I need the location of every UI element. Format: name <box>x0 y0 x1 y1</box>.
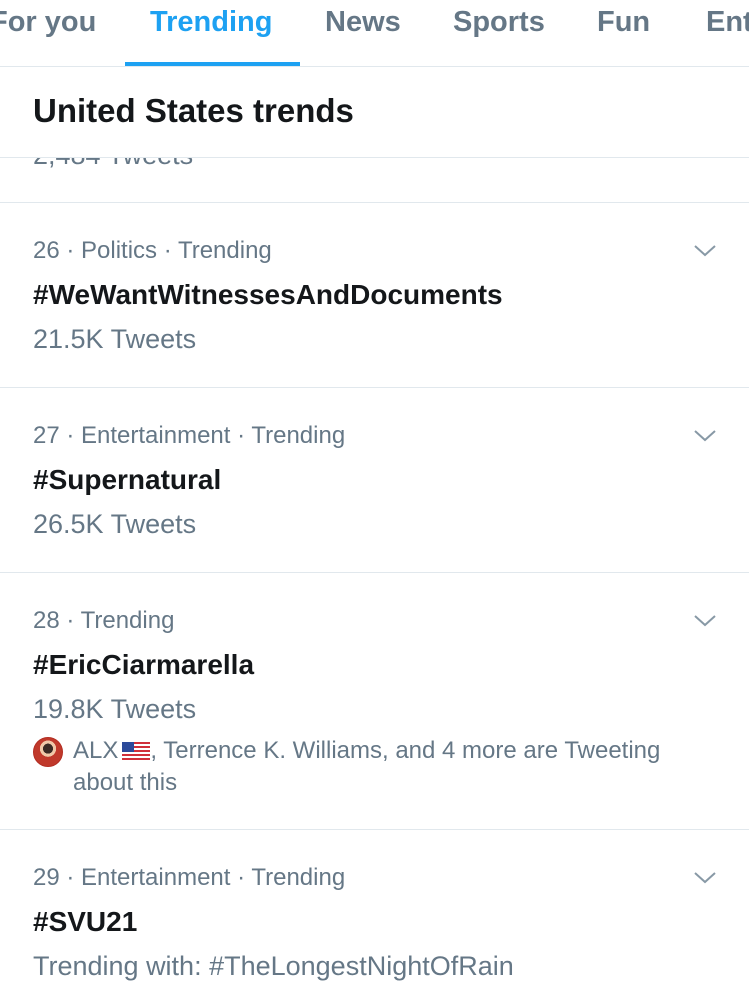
page-title: United States trends <box>33 92 354 129</box>
trend-meta: 29 · Entertainment · Trending <box>33 864 346 891</box>
chevron-down-icon[interactable] <box>693 609 717 633</box>
trend-item-26[interactable]: 26 · Politics · Trending #WeWantWitnesse… <box>0 203 749 388</box>
active-tab-indicator <box>125 62 300 66</box>
trend-tweet-count: 19.8K Tweets <box>33 694 197 724</box>
tab-fun[interactable]: Fun <box>597 0 650 66</box>
tab-sports[interactable]: Sports <box>453 0 545 66</box>
trend-meta: 27 · Entertainment · Trending <box>33 422 346 449</box>
chevron-down-icon[interactable] <box>693 866 717 890</box>
partial-trend-count: 2,484 Tweets <box>33 158 193 171</box>
social-context-text: ALX , Terrence K. Williams, and 4 more a… <box>73 735 673 799</box>
user-avatar[interactable] <box>33 737 63 767</box>
trend-item-27[interactable]: 27 · Entertainment · Trending #Supernatu… <box>0 388 749 573</box>
trend-tweet-count: 26.5K Tweets <box>33 509 197 539</box>
page-header: United States trends <box>0 67 749 158</box>
trend-name[interactable]: #Supernatural <box>33 464 221 496</box>
chevron-down-icon[interactable] <box>693 239 717 263</box>
trend-trending-with[interactable]: Trending with: #TheLongestNightOfRain <box>33 951 514 982</box>
trend-name[interactable]: #WeWantWitnessesAndDocuments <box>33 279 503 311</box>
chevron-down-icon[interactable] <box>693 424 717 448</box>
social-context-rest: , Terrence K. Williams, and 4 more are T… <box>73 737 661 796</box>
trend-name[interactable]: #SVU21 <box>33 906 137 938</box>
social-user-name: ALX <box>73 737 119 764</box>
partial-trend-row[interactable]: 2,484 Tweets <box>0 158 749 203</box>
trend-meta: 28 · Trending <box>33 607 175 634</box>
tab-bar: For you Trending News Sports Fun Enterta… <box>0 0 749 67</box>
tab-trending[interactable]: Trending <box>150 0 272 66</box>
tab-news[interactable]: News <box>325 0 401 66</box>
trend-meta: 26 · Politics · Trending <box>33 237 272 264</box>
tab-for-you[interactable]: For you <box>0 0 96 66</box>
trend-item-29[interactable]: 29 · Entertainment · Trending #SVU21 Tre… <box>0 830 749 998</box>
trend-tweet-count: 21.5K Tweets <box>33 324 197 354</box>
tab-entertainment[interactable]: Entertainment <box>706 0 749 66</box>
trend-item-28[interactable]: 28 · Trending #EricCiarmarella 19.8K Twe… <box>0 573 749 830</box>
us-flag-icon <box>122 742 151 760</box>
trend-name[interactable]: #EricCiarmarella <box>33 649 254 681</box>
